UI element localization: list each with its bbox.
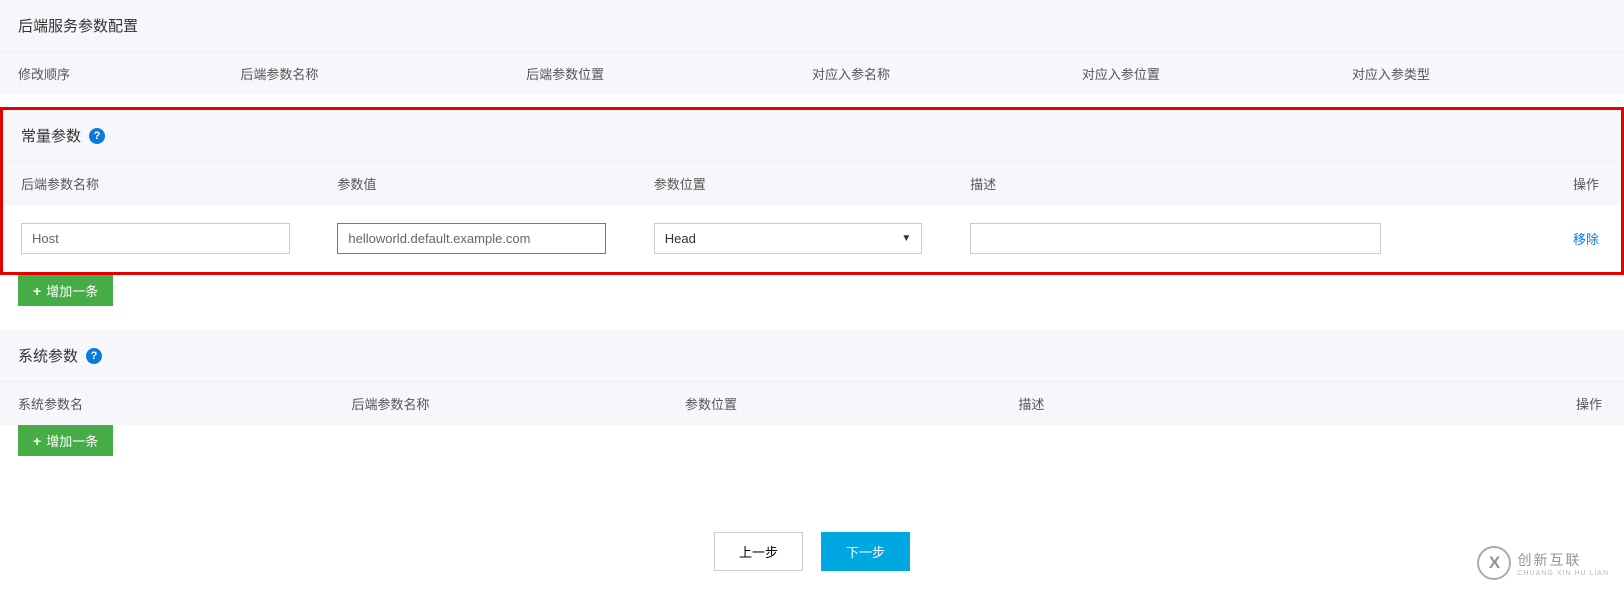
col-const-value: 参数值 <box>337 174 653 193</box>
const-table-row: Head ▼ 移除 <box>3 205 1621 272</box>
backend-panel-title: 后端服务参数配置 <box>18 15 138 36</box>
watermark-text: 创新互联 <box>1517 550 1609 570</box>
sys-add-label: 增加一条 <box>46 431 98 450</box>
backend-table-header: 修改顺序 后端参数名称 后端参数位置 对应入参名称 对应入参位置 对应入参类型 <box>0 51 1624 95</box>
col-const-action: 操作 <box>1445 174 1603 193</box>
col-in-pos: 对应入参位置 <box>1082 64 1352 83</box>
col-const-desc: 描述 <box>970 174 1445 193</box>
const-pos-select[interactable]: Head ▼ <box>654 223 923 254</box>
backend-params-panel: 后端服务参数配置 修改顺序 后端参数名称 后端参数位置 对应入参名称 对应入参位… <box>0 0 1624 95</box>
plus-icon: + <box>33 283 41 299</box>
footer: 上一步 下一步 <box>0 510 1624 593</box>
sys-panel-title: 系统参数 <box>18 345 78 366</box>
help-icon[interactable]: ? <box>89 128 105 144</box>
watermark-sub: CHUANG XIN HU LIAN <box>1517 570 1609 577</box>
sys-table-header: 系统参数名 后端参数名称 参数位置 描述 操作 <box>0 381 1624 425</box>
col-const-name: 后端参数名称 <box>21 174 337 193</box>
col-sys-name: 系统参数名 <box>18 394 351 413</box>
sys-add-button[interactable]: + 增加一条 <box>18 425 113 456</box>
const-value-input[interactable] <box>337 223 606 254</box>
col-sys-action: 操作 <box>1463 394 1606 413</box>
col-sys-desc: 描述 <box>1018 394 1463 413</box>
col-param-pos: 后端参数位置 <box>526 64 812 83</box>
prev-button[interactable]: 上一步 <box>714 532 803 571</box>
const-panel-header: 常量参数 ? <box>3 110 1621 161</box>
const-add-label: 增加一条 <box>46 281 98 300</box>
col-const-pos: 参数位置 <box>654 174 970 193</box>
next-button[interactable]: 下一步 <box>821 532 910 571</box>
const-params-panel: 常量参数 ? 后端参数名称 参数值 参数位置 描述 操作 Head ▼ <box>0 107 1624 318</box>
watermark-icon: X <box>1477 546 1511 580</box>
sys-params-panel: 系统参数 ? 系统参数名 后端参数名称 参数位置 描述 操作 + 增加一条 <box>0 330 1624 468</box>
col-order: 修改顺序 <box>18 64 240 83</box>
const-desc-input[interactable] <box>970 223 1381 254</box>
col-param-name: 后端参数名称 <box>240 64 526 83</box>
watermark: X 创新互联 CHUANG XIN HU LIAN <box>1477 546 1609 580</box>
col-in-type: 对应入参类型 <box>1352 64 1606 83</box>
const-name-input[interactable] <box>21 223 290 254</box>
const-highlighted-box: 常量参数 ? 后端参数名称 参数值 参数位置 描述 操作 Head ▼ <box>0 107 1624 275</box>
remove-link[interactable]: 移除 <box>1573 232 1599 247</box>
col-sys-param-pos: 参数位置 <box>685 394 1018 413</box>
backend-panel-header: 后端服务参数配置 <box>0 0 1624 51</box>
sys-panel-header: 系统参数 ? <box>0 330 1624 381</box>
col-in-name: 对应入参名称 <box>812 64 1082 83</box>
col-sys-param-name: 后端参数名称 <box>351 394 684 413</box>
plus-icon: + <box>33 433 41 449</box>
spacer <box>0 480 1624 510</box>
const-table-header: 后端参数名称 参数值 参数位置 描述 操作 <box>3 161 1621 205</box>
const-panel-title: 常量参数 <box>21 125 81 146</box>
const-pos-select-value: Head <box>665 231 696 246</box>
chevron-down-icon: ▼ <box>901 233 911 244</box>
const-add-button[interactable]: + 增加一条 <box>18 275 113 306</box>
help-icon[interactable]: ? <box>86 348 102 364</box>
